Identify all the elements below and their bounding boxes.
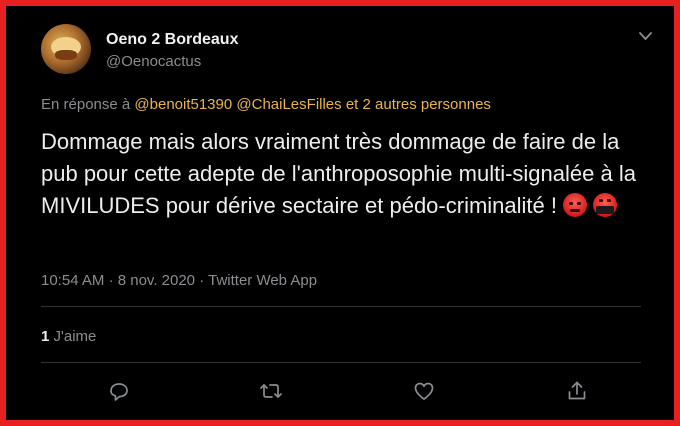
divider [41,306,641,307]
heart-icon[interactable] [412,379,436,403]
retweet-icon[interactable] [259,379,283,403]
meta-separator: · [108,272,114,289]
chevron-down-icon[interactable] [639,32,652,41]
tweet-text-content: Dommage mais alors vraiment très dommage… [41,129,636,218]
tweet-actions-bar [6,379,680,403]
reply-prefix: En réponse à [41,96,131,113]
likes-count-link[interactable]: 1 J'aime [41,328,96,345]
tweet-text: Dommage mais alors vraiment très dommage… [41,126,641,222]
display-name[interactable]: Oeno 2 Bordeaux [106,31,238,49]
reply-icon[interactable] [107,379,131,403]
tweet-metadata: 10:54 AM · 8 nov. 2020 · Twitter Web App [41,272,317,289]
mention-others-link[interactable]: et 2 autres personnes [346,96,491,113]
likes-label: J'aime [53,328,97,345]
avatar[interactable] [41,24,91,74]
user-handle[interactable]: @Oenocactus [106,53,201,70]
avatar-detail-2 [55,50,77,60]
reply-context: En réponse à @benoit51390 @ChaiLesFilles… [41,96,491,113]
angry-face-emoji [563,193,588,217]
tweet-source[interactable]: Twitter Web App [208,272,317,289]
share-icon[interactable] [565,379,589,403]
tweet-date[interactable]: 8 nov. 2020 [118,272,195,289]
tweet-time[interactable]: 10:54 AM [41,272,104,289]
cursing-face-emoji [593,193,618,217]
tweet-card-frame: Oeno 2 Bordeaux @Oenocactus En réponse à… [0,0,680,426]
meta-separator-2: · [199,272,205,289]
mention-link-2[interactable]: @ChaiLesFilles [236,96,341,113]
likes-count: 1 [41,328,50,345]
mention-link-1[interactable]: @benoit51390 [134,96,232,113]
divider-2 [41,362,641,363]
